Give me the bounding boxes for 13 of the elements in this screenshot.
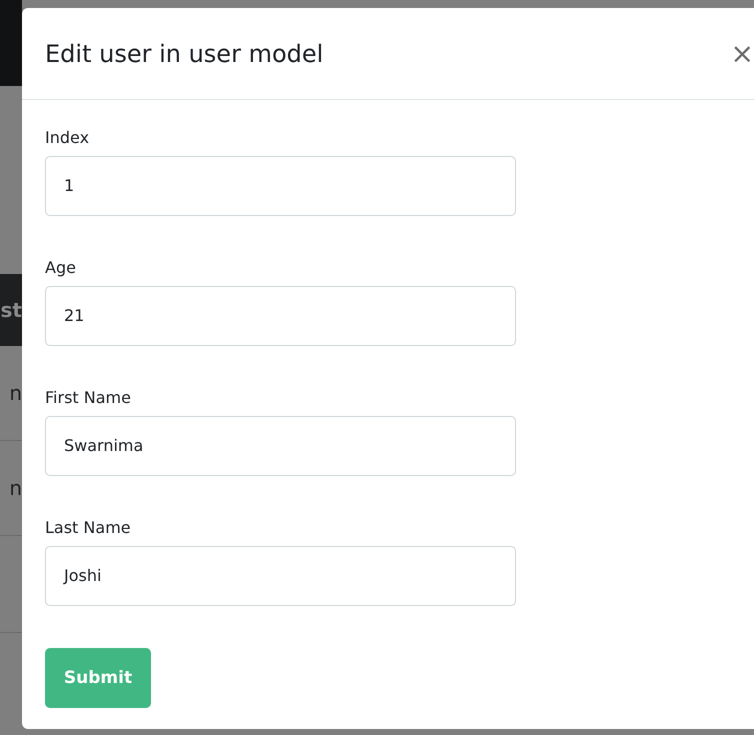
field-label: Index: [45, 128, 90, 147]
input-field[interactable]: Joshi: [45, 546, 516, 606]
table-cell: n: [9, 476, 22, 500]
field-label: Last Name: [45, 518, 132, 537]
modal-title: Edit user in user model: [45, 40, 324, 68]
input-field[interactable]: Swarnima: [45, 416, 516, 476]
field-label: Age: [45, 258, 77, 277]
field-label: First Name: [45, 388, 132, 407]
input-field[interactable]: 1: [45, 156, 516, 216]
column-header: st: [0, 298, 22, 322]
input-field[interactable]: 21: [45, 286, 516, 346]
close-button[interactable]: ×: [726, 37, 754, 70]
table-cell: n: [9, 381, 22, 405]
